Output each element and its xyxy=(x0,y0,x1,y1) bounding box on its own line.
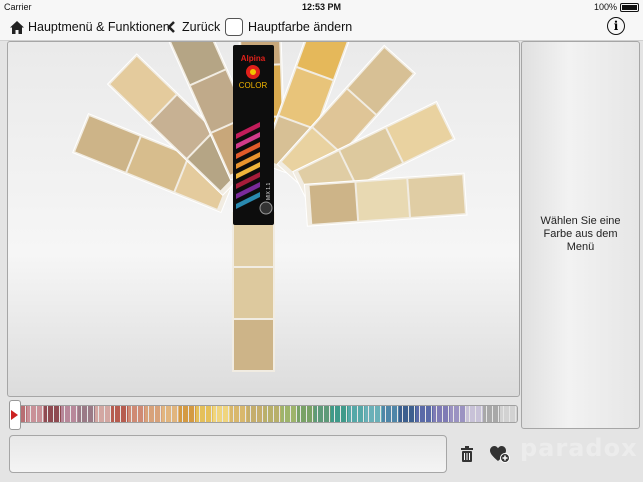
color-strip-swatch[interactable] xyxy=(415,406,433,422)
color-strip-swatch[interactable] xyxy=(111,406,129,422)
brand-subtitle: COLOR xyxy=(239,81,268,90)
status-bar: Carrier 12:53 PM 100% xyxy=(0,0,643,14)
battery-percent: 100% xyxy=(593,2,617,12)
color-strip[interactable] xyxy=(9,405,518,423)
color-strip-swatch[interactable] xyxy=(348,406,366,422)
back-label: Zurück xyxy=(182,20,221,34)
info-button[interactable]: i xyxy=(607,17,625,35)
change-main-color-checkbox[interactable] xyxy=(225,18,243,36)
color-strip-swatch[interactable] xyxy=(246,406,264,422)
clock: 12:53 PM xyxy=(301,2,342,12)
color-strip-swatch[interactable] xyxy=(398,406,416,422)
color-swatch[interactable] xyxy=(309,182,358,224)
back-button[interactable]: Zurück xyxy=(167,18,220,36)
color-strip-swatch[interactable] xyxy=(195,406,213,422)
color-strip-swatch[interactable] xyxy=(381,406,399,422)
color-strip-swatch[interactable] xyxy=(229,406,247,422)
select-color-hint: Wählen Sie eine Farbe aus dem Menü xyxy=(540,215,621,253)
fan-card[interactable] xyxy=(232,212,275,372)
change-main-color-toggle[interactable]: Hauptfarbe ändern xyxy=(225,18,352,36)
paradox-watermark: paradox xyxy=(520,434,638,462)
color-strip-swatch[interactable] xyxy=(314,406,332,422)
color-strip-swatch[interactable] xyxy=(179,406,196,422)
color-strip-swatch[interactable] xyxy=(280,406,298,422)
color-swatch[interactable] xyxy=(234,320,273,370)
main-menu-button[interactable]: Hauptmenü & Funktionen xyxy=(9,18,170,36)
color-strip-swatch[interactable] xyxy=(432,406,450,422)
fan-deck-panel: Alpina COLOR MIX 1.1 xyxy=(7,41,520,397)
deck-code: MIX 1.1 xyxy=(266,183,272,200)
color-strip-swatch[interactable] xyxy=(77,406,95,422)
battery-icon xyxy=(620,3,639,12)
home-icon xyxy=(10,20,24,34)
color-strip-swatch[interactable] xyxy=(263,406,281,422)
main-menu-label: Hauptmenü & Funktionen xyxy=(28,20,170,34)
trash-icon[interactable] xyxy=(460,446,474,462)
color-strip-swatch[interactable] xyxy=(212,406,230,422)
color-strip-swatch[interactable] xyxy=(43,406,61,422)
color-strip-swatch[interactable] xyxy=(162,406,180,422)
color-strip-swatch[interactable] xyxy=(449,406,467,422)
fan-deck-cover: Alpina COLOR MIX 1.1 xyxy=(233,45,274,225)
color-strip-slider-handle[interactable] xyxy=(9,400,21,430)
brand-name: Alpina xyxy=(241,54,266,63)
color-strip-swatch[interactable] xyxy=(145,406,163,422)
color-strip-swatch[interactable] xyxy=(60,406,78,422)
color-strip-swatch[interactable] xyxy=(466,406,484,422)
color-strip-swatch[interactable] xyxy=(94,406,112,422)
color-swatch[interactable] xyxy=(356,179,409,221)
color-fan-deck[interactable]: Alpina COLOR MIX 1.1 xyxy=(8,42,519,396)
color-strip-swatch[interactable] xyxy=(128,406,146,422)
color-name-field[interactable] xyxy=(9,435,447,473)
change-main-color-label: Hauptfarbe ändern xyxy=(248,20,353,34)
color-detail-panel: Wählen Sie eine Farbe aus dem Menü xyxy=(521,41,640,429)
fan-pivot xyxy=(259,201,273,215)
heart-plus-icon[interactable] xyxy=(490,446,510,463)
color-swatch[interactable] xyxy=(234,268,273,318)
color-strip-swatch[interactable] xyxy=(483,406,501,422)
chevron-left-icon xyxy=(167,21,175,33)
color-strip-swatch[interactable] xyxy=(500,406,517,422)
color-strip-swatch[interactable] xyxy=(297,406,315,422)
color-strip-swatch[interactable] xyxy=(331,406,349,422)
toolbar: Hauptmenü & Funktionen Zurück Hauptfarbe… xyxy=(0,14,643,41)
color-strip-swatch[interactable] xyxy=(365,406,382,422)
color-strip-swatch[interactable] xyxy=(26,406,44,422)
color-swatch[interactable] xyxy=(408,175,465,217)
